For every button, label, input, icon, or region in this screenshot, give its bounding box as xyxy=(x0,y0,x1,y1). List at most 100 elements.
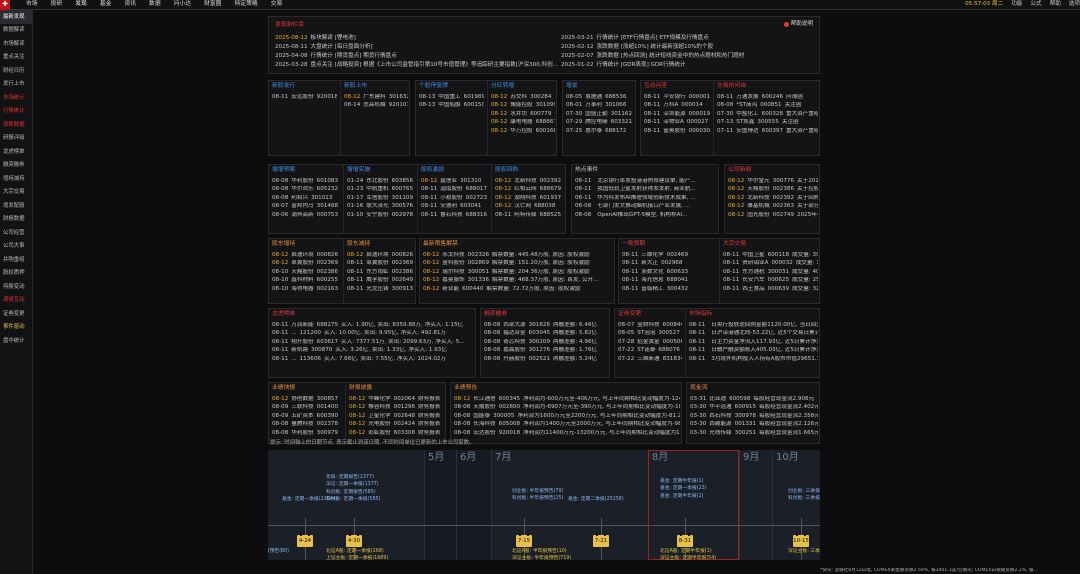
data-row[interactable]: 08-11西王食品000639成交量: 32.53万股, 成交... xyxy=(723,286,818,294)
menu-item[interactable]: 问小达 xyxy=(174,1,191,8)
data-row[interactable]: 08-10 海得电器 002163 xyxy=(272,286,340,294)
data-row[interactable]: 03-30 西藏能源 001331 每股经营现金流2.126元 xyxy=(690,421,818,429)
data-row[interactable]: 08-08 七部门发文推动脑机接口产业发展, ... xyxy=(575,203,717,211)
sidebar-item[interactable]: 发行上市 xyxy=(0,78,32,92)
data-row[interactable]: 08-12 广东建科 301632 xyxy=(344,94,408,102)
data-row[interactable]: 08-05 恩施通 688536 xyxy=(566,94,634,102)
report-timeline[interactable]: 10月 9月 8月 7月 6月 5月 4-24 4-30 7-15 7-21 8-31 10-15 年… xyxy=(268,450,820,560)
sidebar-item[interactable]: 行情统计 xyxy=(0,105,32,119)
data-row[interactable]: 08-08 华利股份 300979 xyxy=(272,430,342,438)
data-row[interactable]: 08-11贵研铂业A000032成交量: 1135.35万股, 成... xyxy=(723,260,818,268)
panel-title[interactable]: 最新限售解禁 xyxy=(423,241,613,248)
data-row[interactable]: 08-13 中国船舶 600150 xyxy=(419,102,484,110)
data-row[interactable]: 08-11 万通发展 600246 问询函 xyxy=(717,94,818,102)
data-row[interactable]: 08-11 安德利 603041 xyxy=(421,203,488,211)
data-row[interactable]: 08-13 中国重工 601989 xyxy=(419,94,484,102)
panel-title[interactable]: 股权回购 xyxy=(495,167,564,174)
panel-title[interactable]: 增发 xyxy=(566,83,634,90)
panel-title[interactable]: 市场指标 xyxy=(689,311,818,318)
data-row[interactable]: 08-11... 113606 买入: 7.66亿, 卖出: 7.55亿, 净买入:… xyxy=(272,356,474,364)
data-row[interactable]: 08-12 华峰化学 002064 财务报表 xyxy=(349,396,444,404)
data-row[interactable]: 08-12 红相云网 688679 xyxy=(495,186,564,194)
sidebar-item[interactable]: 财经日历 xyxy=(0,64,32,78)
data-row[interactable]: 01-24 东北股份 603856 xyxy=(347,178,414,186)
data-row[interactable]: 08-11 光龙压铸 300913 xyxy=(347,286,414,294)
data-row[interactable]: 08-12 嘉曼服饰 301336 解禁数量: 468.37万股, 原因: 首发, 公… xyxy=(423,277,613,285)
data-row[interactable]: 08-14 志高机械 920101 xyxy=(344,102,408,110)
panel-title[interactable]: 股东减持 xyxy=(347,241,414,248)
data-row[interactable]: 08-07 富邦内马 301488 xyxy=(272,203,340,211)
data-row[interactable]: 08-11 富奥股份 000030 xyxy=(644,128,710,136)
notice-item[interactable]: 2025-03-21 行情统计 [ETF行情盘点] ETF规模及行情盘点 xyxy=(561,35,709,42)
data-row[interactable]: 08-08 量腾科技 002378 xyxy=(272,421,342,429)
panel-title[interactable]: 热点事件 xyxy=(575,167,717,174)
data-row[interactable]: 03-30 华平运通 600915 每股经营现金流2.402元 xyxy=(690,404,818,412)
data-row[interactable]: 03-31 比亚迪 600598 每股经营现金流2.908元 xyxy=(690,396,818,404)
data-row[interactable]: 03-30 西石科技 300978 每股经营现金流2.358元 xyxy=(690,413,818,421)
panel-title[interactable]: 新股上市 xyxy=(344,83,408,90)
data-row[interactable]: 08-11 我国低轨卫星发射获得发发射, 商业航... xyxy=(575,186,717,194)
panel-title[interactable]: 一致预期 xyxy=(622,241,716,248)
notice-item[interactable]: 2025-02-12 涨跌数据 [涨超10%] 统计最新涨超10%的个股 xyxy=(561,44,713,51)
data-row[interactable]: 08-07 金财科技 600844 xyxy=(618,322,682,330)
sidebar-item[interactable]: 增持减持 xyxy=(0,172,32,186)
data-row[interactable]: 08-11 阿特传媒 688525 xyxy=(495,212,564,220)
data-row[interactable]: 08-12 启迪环境 000826 xyxy=(272,252,340,260)
app-logo-icon[interactable]: ✚ xyxy=(0,0,10,10)
menu-item[interactable]: 数据 xyxy=(149,1,161,8)
data-row[interactable]: 01-16 联大泽光 300576 xyxy=(347,203,414,211)
data-row[interactable]: 08-11 日主力资金净流入117.93亿, 近5日累计净流入-... xyxy=(689,339,818,347)
data-row[interactable]: 08-08 福达合金 603045 两融差额: 5.82亿 xyxy=(484,330,608,338)
data-row[interactable]: 08-12 北新科技 002392 xyxy=(495,178,564,186)
data-row[interactable]: 08-11 卓翼股份 002369 xyxy=(347,260,414,268)
data-row[interactable]: 08-08 OpenAI推出GPT-5模型, 机构称AI... xyxy=(575,212,717,220)
panel-title[interactable]: 增增实施 xyxy=(347,167,414,174)
data-row[interactable]: 08-12天赐股份002386关于控股股东增持公司股份... xyxy=(728,186,818,194)
data-row[interactable]: 08-11 翔升股份 603617 买入: 7377.51万, 卖出: 2099.63… xyxy=(272,339,474,347)
timeline-event[interactable]: 7-15 xyxy=(516,533,532,547)
menu-item[interactable]: 基金 xyxy=(100,1,112,8)
panel-title[interactable]: 业绩快报 xyxy=(272,385,342,392)
data-row[interactable]: 08-11 平安银行 000001 xyxy=(644,94,710,102)
sidebar-item[interactable]: 证券变更 xyxy=(0,307,32,321)
sidebar-item[interactable]: 事件驱动 xyxy=(0,321,32,335)
data-row[interactable]: 08-10 天赐股份 002386 xyxy=(272,269,340,277)
timeline-event[interactable]: 4-24 xyxy=(297,533,313,547)
panel-title[interactable]: 财报披露 xyxy=(349,385,444,392)
data-row[interactable]: 08-08 *ST商鸿 000851 关注函 xyxy=(717,102,818,110)
sidebar-item[interactable]: 公司大事 xyxy=(0,240,32,254)
data-row[interactable]: 08-11 万科A 000014 xyxy=(644,102,710,110)
data-row[interactable]: 08-12 湖翔科技 601937 xyxy=(495,195,564,203)
data-row[interactable]: 08-05 ST泡泡 300527 xyxy=(618,330,682,338)
data-row[interactable]: 08-11 深圳能源 000019 xyxy=(644,111,710,119)
data-row[interactable]: 08-12 金科股份 002869 解禁数量: 151.20万股, 原因: 股权激励 xyxy=(423,260,613,268)
data-row[interactable]: 08-11 北京银行率发投港港热修建设单, 能产... xyxy=(575,178,717,186)
sidebar-item[interactable]: 并购重组 xyxy=(0,253,32,267)
data-row[interactable]: 08-08 宏达股份 920018 净利润为11400万元-13200万元, 与上年同… xyxy=(454,430,680,438)
sidebar-item[interactable]: 重点关注 xyxy=(0,51,32,65)
data-row[interactable]: 08-11 威孚股份 002649 xyxy=(347,277,414,285)
data-row[interactable]: 08-11 万润新能 688275 买入: 1.90亿, 卖出: 8359.88万, … xyxy=(272,322,474,330)
data-row[interactable]: 08-11 宏远股份 920018 xyxy=(272,94,337,102)
panel-title[interactable]: 龙虎榜单 xyxy=(272,311,474,318)
data-row[interactable]: 08-11 迦南股份 688017 xyxy=(421,186,488,194)
data-row[interactable]: 08-12 启迪环境 000826 xyxy=(347,252,414,260)
data-row[interactable]: 08-12 协创数据 300857 xyxy=(272,396,342,404)
data-row[interactable]: 08-11 鲁石科技 688316 xyxy=(421,212,488,220)
data-row[interactable]: 08-12 新业能 600440 解禁数量: 72.72万股, 原因: 股权激励 xyxy=(423,286,613,294)
data-row[interactable]: 01-17 军信股份 301109 xyxy=(347,195,414,203)
sidebar-item[interactable]: 调研互动 xyxy=(0,294,32,308)
data-row[interactable]: 08-11 新凯路 300870 买入: 3.26亿, 卖出: 1.33亿, 净买入:… xyxy=(272,347,474,355)
menu-item[interactable]: 投研 xyxy=(51,1,63,8)
data-row[interactable]: 08-12 水井坊 600779 xyxy=(491,111,555,119)
data-row[interactable]: 08-12 瑞尔科技 300051 解禁数量: 204.36万股, 原因: 股权激励 xyxy=(423,269,613,277)
timeline-event[interactable]: 4-30 xyxy=(346,533,362,547)
panel-title[interactable]: 个股停复牌 xyxy=(419,83,484,90)
data-row[interactable]: 07-13 ST凯鑫 300555 关注函 xyxy=(717,119,818,127)
help-button[interactable]: 帮助说明 xyxy=(783,21,813,28)
data-row[interactable]: 08-11中国卫星600118成交量: 39.25万股, 成交... xyxy=(723,252,818,260)
panel-title[interactable]: 融资融券 xyxy=(484,311,608,318)
menu-item[interactable]: 财富圈 xyxy=(204,1,221,8)
menu-item[interactable]: 交易 xyxy=(271,1,283,8)
sidebar-item[interactable]: 龙虎榜单 xyxy=(0,145,32,159)
